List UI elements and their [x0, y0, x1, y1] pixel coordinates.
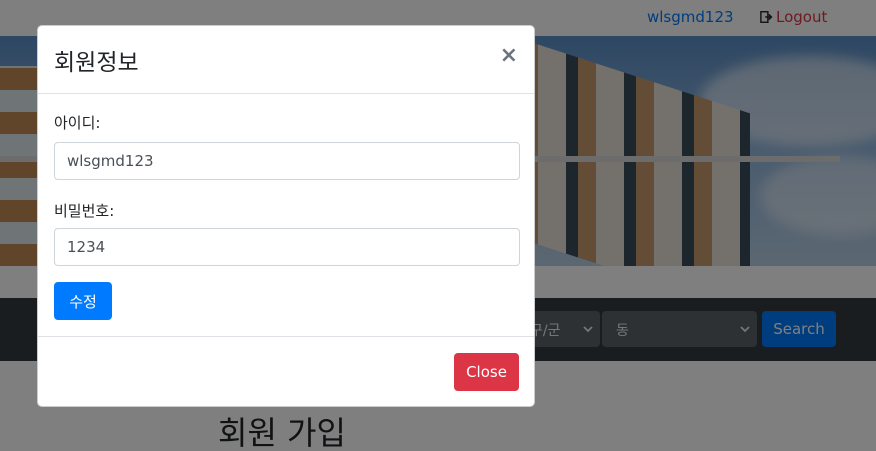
member-info-modal: 회원정보 × 아이디: 비밀번호: 수정 Close: [37, 25, 535, 407]
close-icon[interactable]: ×: [500, 44, 518, 68]
id-input[interactable]: [54, 142, 520, 180]
edit-button[interactable]: 수정: [54, 282, 112, 320]
modal-footer: Close: [38, 337, 534, 406]
password-label: 비밀번호:: [54, 202, 115, 220]
id-label: 아이디:: [54, 114, 101, 132]
password-input[interactable]: [54, 228, 520, 266]
close-button[interactable]: Close: [454, 353, 519, 391]
modal-header: 회원정보 ×: [38, 26, 534, 94]
modal-body: 아이디: 비밀번호: 수정: [38, 94, 534, 337]
modal-title: 회원정보: [54, 50, 139, 76]
